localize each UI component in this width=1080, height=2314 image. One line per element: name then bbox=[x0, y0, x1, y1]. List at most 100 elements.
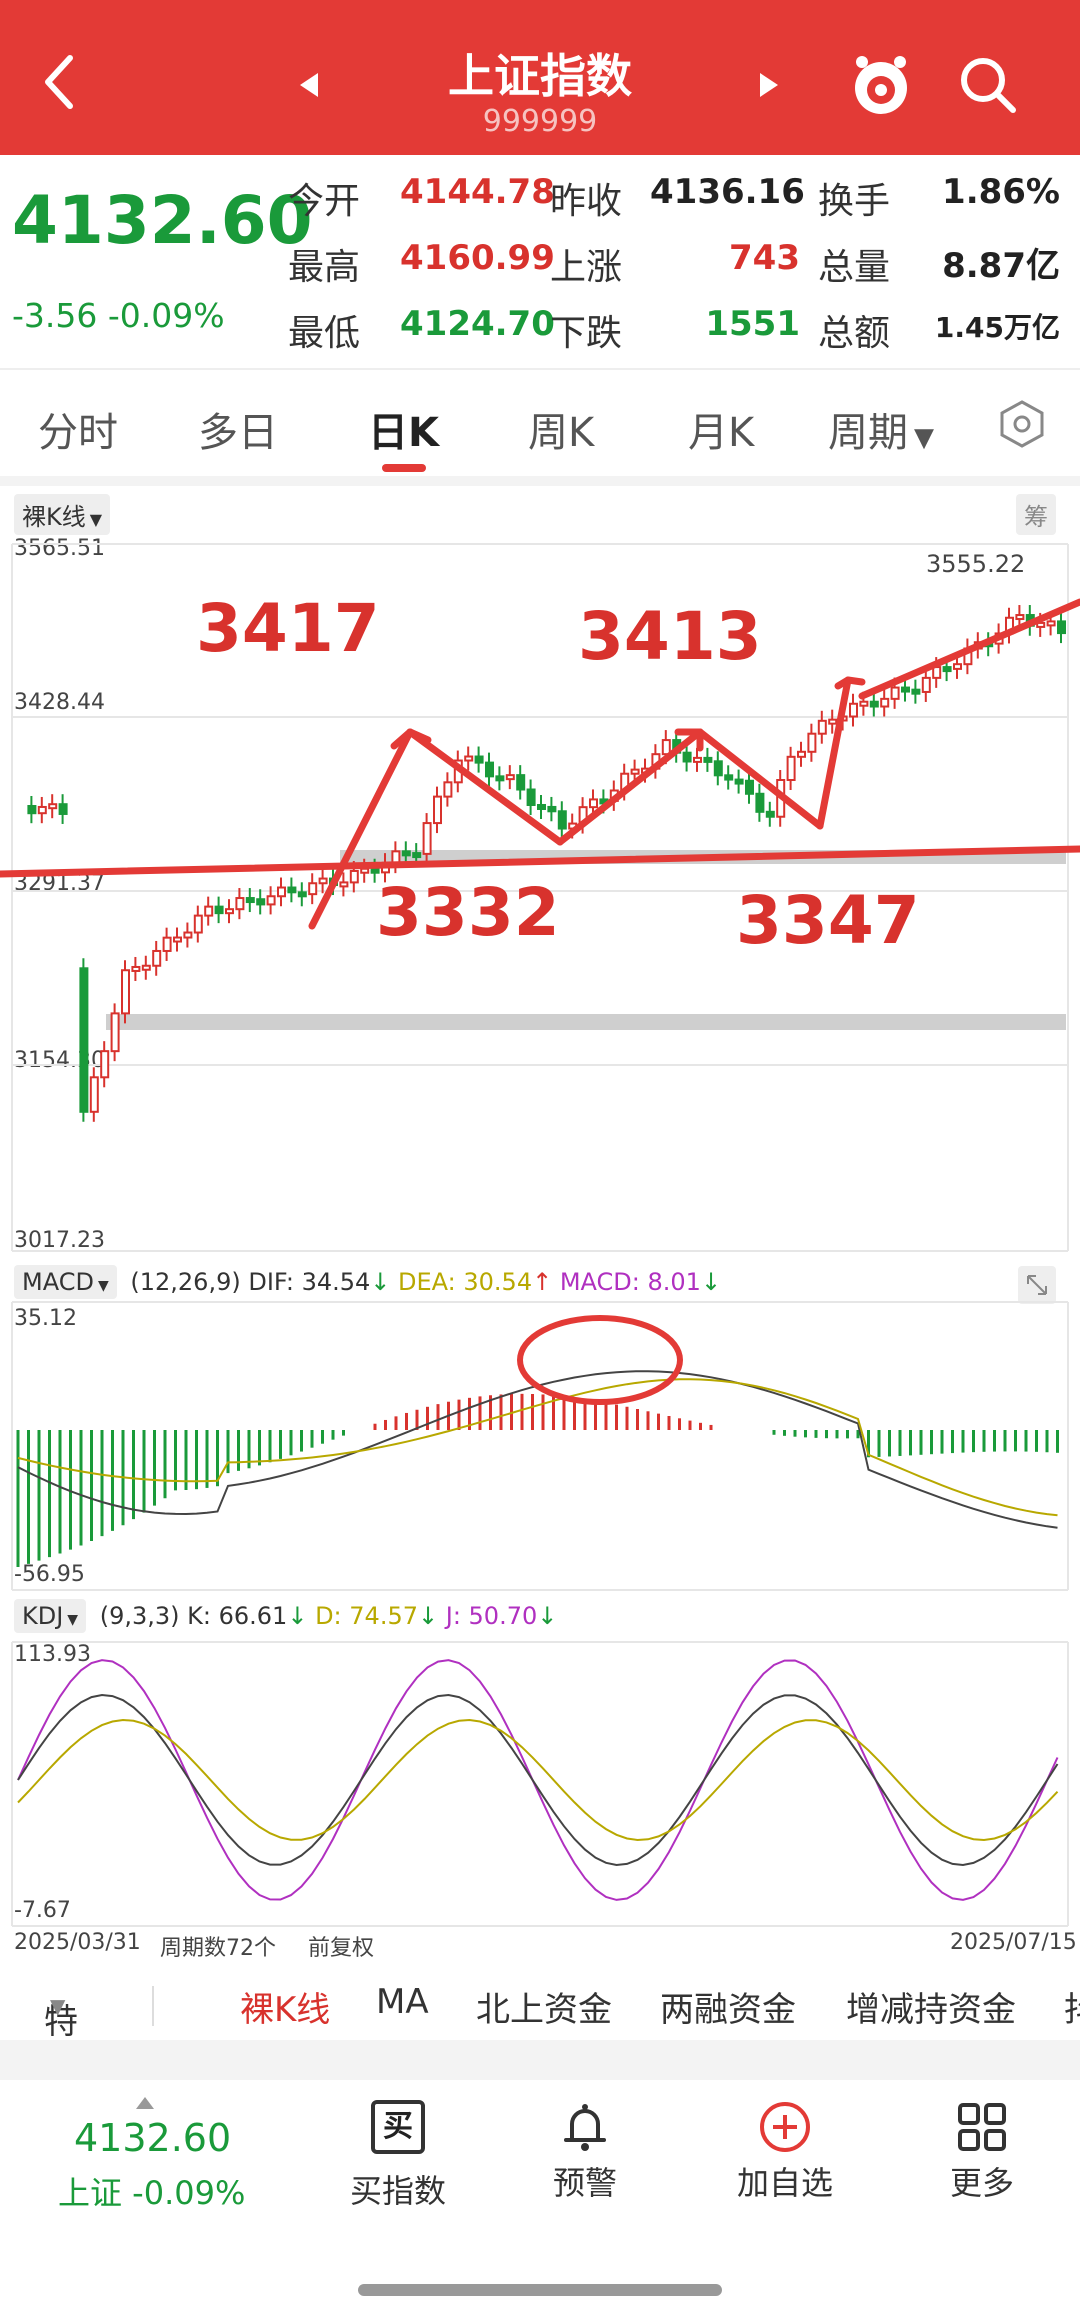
tab-period[interactable]: 周期 ▼ bbox=[828, 400, 934, 458]
nav-price[interactable]: 4132.60 bbox=[74, 2116, 231, 2160]
macd-dropdown[interactable]: MACD ▼ bbox=[14, 1265, 117, 1299]
nav-more[interactable]: 更多 bbox=[902, 2100, 1062, 2204]
candle-body bbox=[318, 877, 328, 885]
tab-northbound[interactable]: 北上资金 bbox=[476, 1982, 612, 2031]
nav-label: 更多 bbox=[949, 2164, 1014, 2202]
candle-body bbox=[807, 732, 817, 753]
low-value: 4124.70 bbox=[400, 304, 555, 344]
candle-body bbox=[1057, 620, 1066, 635]
tab-bare-kline[interactable]: 裸K线 bbox=[240, 1982, 330, 2031]
axis-end-date: 2025/07/15 bbox=[950, 1930, 1077, 1955]
candle-body bbox=[734, 778, 744, 785]
kdj-j: J: 50.70 bbox=[445, 1602, 538, 1630]
bottom-nav: 4132.60 上证 -0.09% 买 买指数 预警 加自选 更多 bbox=[0, 2080, 1080, 2314]
amount-label: 总额 bbox=[818, 313, 891, 354]
macd-params: (12,26,9) bbox=[130, 1268, 241, 1296]
caret-down-icon: ▼ bbox=[97, 1278, 109, 1294]
down-arrow-icon: ↓ bbox=[417, 1602, 439, 1630]
volume-label: 总量 bbox=[818, 247, 891, 288]
active-tab-indicator bbox=[382, 464, 426, 472]
nav-buy-index[interactable]: 买 买指数 bbox=[318, 2100, 478, 2212]
advancers-label: 上涨 bbox=[550, 247, 623, 288]
settings-hex-icon[interactable] bbox=[996, 398, 1048, 454]
kdj-k: K: 66.61 bbox=[187, 1602, 288, 1630]
tab-holding-change[interactable]: 增减持资金 bbox=[846, 1982, 1016, 2031]
candle-body bbox=[557, 810, 567, 830]
candle-body bbox=[745, 779, 754, 795]
nav-price-change: 上证 -0.09% bbox=[58, 2174, 246, 2212]
kdj-dropdown[interactable]: KDJ ▼ bbox=[14, 1599, 87, 1633]
candle-body bbox=[526, 788, 536, 806]
candle-body bbox=[724, 774, 734, 781]
candle-body bbox=[537, 803, 546, 810]
tab-intraday[interactable]: 分时 bbox=[38, 400, 118, 458]
down-arrow-icon: ↓ bbox=[370, 1268, 391, 1296]
candle-body bbox=[422, 822, 432, 855]
macd-chart[interactable] bbox=[0, 1300, 1080, 1592]
nav-alert[interactable]: 预警 bbox=[505, 2100, 665, 2204]
candle-body bbox=[360, 867, 370, 874]
kline-mode-dropdown[interactable]: 裸K线 ▼ bbox=[14, 494, 111, 535]
candle-body bbox=[152, 949, 162, 967]
kline-mode-label: 裸K线 bbox=[22, 503, 86, 531]
caret-down-icon: ▼ bbox=[89, 510, 103, 529]
open-value: 4144.78 bbox=[400, 172, 555, 212]
turnover-value: 1.86% bbox=[942, 172, 1060, 212]
amount-value: 1.45万亿 bbox=[934, 311, 1060, 344]
candle-body bbox=[110, 1012, 120, 1053]
candle-body bbox=[162, 936, 172, 952]
open-label: 今开 bbox=[288, 181, 361, 222]
candle-body bbox=[765, 810, 775, 818]
bell-icon bbox=[558, 2100, 612, 2154]
nav-label: 加自选 bbox=[736, 2164, 833, 2202]
tab-multiday[interactable]: 多日 bbox=[198, 400, 278, 458]
candle-body bbox=[474, 755, 484, 764]
candle-body bbox=[266, 895, 276, 906]
caret-down-icon: ▼ bbox=[67, 1612, 79, 1628]
candle-body bbox=[1015, 614, 1025, 621]
candle-body bbox=[370, 867, 380, 874]
candle-body bbox=[141, 964, 151, 971]
macd-dea: DEA: 30.54 bbox=[398, 1268, 533, 1296]
candle-body bbox=[225, 908, 234, 915]
caret-up-icon bbox=[136, 2094, 154, 2113]
kdj-legend: KDJ ▼ (9,3,3) K: 66.61↓ D: 74.57↓ J: 50.7… bbox=[14, 1599, 557, 1633]
candle-body bbox=[204, 905, 214, 917]
chip-distribution-button[interactable]: 筹 bbox=[1016, 494, 1056, 535]
tab-daily-k[interactable]: 日K bbox=[368, 400, 439, 458]
annotation-label: 3347 bbox=[736, 882, 920, 959]
tab-monthly-k[interactable]: 月K bbox=[688, 400, 754, 458]
prev-close-value: 4136.16 bbox=[650, 172, 805, 212]
expand-icon[interactable] bbox=[1018, 1266, 1056, 1304]
low-label: 最低 bbox=[288, 313, 361, 354]
tab-margin[interactable]: 两融资金 bbox=[660, 1982, 796, 2031]
nav-add-favorite[interactable]: 加自选 bbox=[705, 2100, 865, 2204]
volume-value: 8.87亿 bbox=[942, 246, 1060, 286]
candle-body bbox=[880, 697, 890, 708]
kdj-chart[interactable] bbox=[0, 1640, 1080, 1930]
candle-body bbox=[183, 931, 193, 939]
nav-label: 预警 bbox=[552, 2164, 617, 2202]
grid-icon bbox=[955, 2100, 1009, 2154]
next-stock-icon[interactable] bbox=[758, 72, 780, 102]
mascot-icon[interactable] bbox=[848, 52, 914, 122]
candle-body bbox=[193, 914, 203, 934]
candle-body bbox=[932, 666, 942, 679]
macd-legend: MACD ▼ (12,26,9) DIF: 34.54↓ DEA: 30.54↑ … bbox=[14, 1265, 721, 1299]
turnover-label: 换手 bbox=[818, 181, 891, 222]
tab-period-label: 周期 bbox=[828, 410, 908, 456]
annotation-label: 3332 bbox=[376, 874, 560, 951]
candle-body bbox=[828, 718, 838, 725]
candle-body bbox=[443, 781, 453, 798]
candle-body bbox=[953, 663, 962, 670]
candle-body bbox=[661, 739, 671, 756]
support-band-lower bbox=[106, 1014, 1066, 1030]
candle-body bbox=[297, 891, 307, 898]
tab-weekly-k[interactable]: 周K bbox=[528, 400, 594, 458]
candle-body bbox=[630, 768, 640, 775]
search-icon[interactable] bbox=[958, 55, 1018, 119]
candle-body bbox=[755, 792, 765, 813]
tab-ma[interactable]: MA bbox=[376, 1982, 429, 2022]
macd-value: MACD: 8.01 bbox=[559, 1268, 701, 1296]
tab-more-clipped[interactable]: 抖 bbox=[1064, 1982, 1080, 2031]
